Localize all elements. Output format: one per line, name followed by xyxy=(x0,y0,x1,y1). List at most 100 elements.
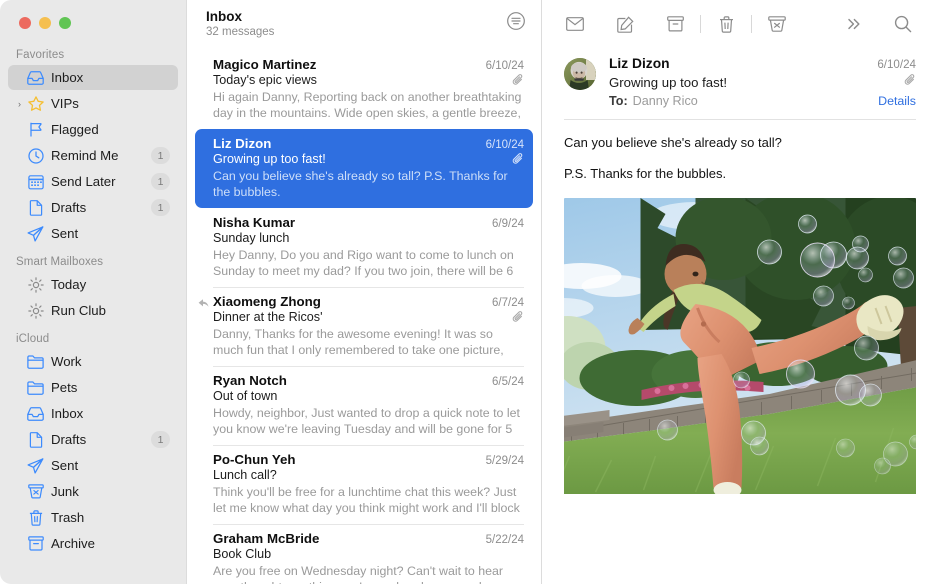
message-preview: Are you free on Wednesday night? Can't w… xyxy=(213,563,524,584)
message-row-top: Po-Chun Yeh 5/29/24 xyxy=(213,452,524,467)
email-body: Can you believe she's already so tall?P.… xyxy=(542,120,934,195)
message-date: 6/10/24 xyxy=(486,139,524,151)
sidebar-item-label: Junk xyxy=(51,484,170,499)
trash-icon xyxy=(26,510,45,526)
sidebar-item-archive[interactable]: ›Archive xyxy=(8,531,178,556)
sidebar-item-label: Archive xyxy=(51,536,170,551)
message-row-subject-line: Book Club xyxy=(213,547,524,561)
message-subject: Book Club xyxy=(213,547,271,561)
details-link[interactable]: Details xyxy=(878,94,916,108)
archive-button[interactable] xyxy=(660,11,690,37)
to-label: To: xyxy=(609,94,628,108)
message-date: 6/10/24 xyxy=(486,60,524,72)
chevron-double-right-icon[interactable] xyxy=(838,11,868,37)
message-row-subject-line: Sunday lunch xyxy=(213,231,524,245)
mark-unread-button[interactable] xyxy=(560,11,590,37)
sidebar-item-inbox[interactable]: ›Inbox xyxy=(8,401,178,426)
paperclip-icon xyxy=(512,152,524,166)
mail-window: Favorites›Inbox›VIPs›Flagged›Remind Me1›… xyxy=(0,0,934,584)
message-row-top: Liz Dizon6/10/24 xyxy=(213,136,524,151)
sidebar-item-label: Drafts xyxy=(51,200,147,215)
sidebar-item-label: Sent xyxy=(51,458,170,473)
junk-button[interactable] xyxy=(762,11,792,37)
message-preview: Howdy, neighbor, Just wanted to drop a q… xyxy=(213,405,524,437)
sidebar-item-run-club[interactable]: ›Run Club xyxy=(8,298,178,323)
zoom-window-button[interactable] xyxy=(59,17,71,29)
chevron-right-icon[interactable]: › xyxy=(14,99,25,109)
delete-button[interactable] xyxy=(711,11,741,37)
message-count: 32 messages xyxy=(206,25,274,40)
sidebar-item-label: Pets xyxy=(51,380,170,395)
message-preview: Hey Danny, Do you and Rigo want to come … xyxy=(213,247,524,279)
close-window-button[interactable] xyxy=(19,17,31,29)
message-list-item[interactable]: Po-Chun Yeh5/29/24Lunch call?Think you'l… xyxy=(195,445,533,524)
mailbox-title: Inbox xyxy=(206,8,274,25)
sidebar-item-label: Run Club xyxy=(51,303,170,318)
message-subject: Out of town xyxy=(213,389,277,403)
sidebar-item-inbox[interactable]: ›Inbox xyxy=(8,65,178,90)
message-date: 6/7/24 xyxy=(492,297,524,309)
message-list-item[interactable]: Nisha Kumar6/9/24Sunday lunch Hey Danny, … xyxy=(195,208,533,287)
email-subject: Growing up too fast! xyxy=(609,73,727,92)
sidebar-item-send-later[interactable]: ›Send Later1 xyxy=(8,169,178,194)
message-row-subject-line: Dinner at the Ricos' xyxy=(213,310,524,324)
message-subject: Growing up too fast! xyxy=(213,152,326,166)
message-subject: Dinner at the Ricos' xyxy=(213,310,323,324)
search-icon[interactable] xyxy=(888,11,918,37)
sidebar-item-trash[interactable]: ›Trash xyxy=(8,505,178,530)
filter-icon[interactable] xyxy=(505,10,527,32)
message-date: 5/29/24 xyxy=(486,455,524,467)
clock-icon xyxy=(26,148,45,164)
message-list-pane: Inbox 32 messages Magico Martinez6/10/24… xyxy=(186,0,542,584)
message-list-item[interactable]: Graham McBride 5/22/24 Book Club Are you fr… xyxy=(195,524,533,584)
message-sender: Po-Chun Yeh xyxy=(213,452,296,467)
sidebar-item-junk[interactable]: ›Junk xyxy=(8,479,178,504)
message-list-item[interactable]: Xiaomeng Zhong6/7/24Dinner at the Ricos'… xyxy=(195,287,533,366)
sidebar-item-flagged[interactable]: ›Flagged xyxy=(8,117,178,142)
sidebar-item-label: Remind Me xyxy=(51,148,147,163)
document-icon xyxy=(26,432,45,448)
message-row-subject-line: Lunch call? xyxy=(213,468,524,482)
message-preview: Danny, Thanks for the awesome evening! I… xyxy=(213,326,524,358)
sidebar-item-drafts[interactable]: ›Drafts1 xyxy=(8,195,178,220)
sidebar-item-label: Today xyxy=(51,277,170,292)
message-row-top: Graham McBride 5/22/24 xyxy=(213,531,524,546)
gear-icon xyxy=(26,277,45,293)
message-date: 6/5/24 xyxy=(492,376,524,388)
sidebar-item-drafts[interactable]: ›Drafts1 xyxy=(8,427,178,452)
sidebar-item-sent[interactable]: ›Sent xyxy=(8,221,178,246)
gear-icon xyxy=(26,303,45,319)
sidebar-item-work[interactable]: ›Work xyxy=(8,349,178,374)
message-list-item[interactable]: Ryan Notch6/5/24Out of townHowdy, neighb… xyxy=(195,366,533,445)
message-row-subject-line: Today's epic views xyxy=(213,73,524,87)
minimize-window-button[interactable] xyxy=(39,17,51,29)
message-list-item[interactable]: Liz Dizon6/10/24Growing up too fast!Can … xyxy=(195,129,533,208)
message-date: 5/22/24 xyxy=(486,534,524,546)
sidebar-item-today[interactable]: ›Today xyxy=(8,272,178,297)
reader-toolbar xyxy=(542,0,934,48)
message-list-item[interactable]: Magico Martinez6/10/24Today's epic views… xyxy=(195,50,533,129)
sidebar-section-list: ›Work›Pets›Inbox›Drafts1›Sent›Junk›Trash… xyxy=(0,349,186,556)
archive-icon xyxy=(26,536,45,551)
paperclip-icon xyxy=(512,73,524,87)
sidebar-item-remind-me[interactable]: ›Remind Me1 xyxy=(8,143,178,168)
message-row-top: Nisha Kumar6/9/24 xyxy=(213,215,524,230)
star-icon xyxy=(26,96,45,111)
sidebar-section-title: Favorites xyxy=(0,40,186,65)
email-attachment-image[interactable] xyxy=(564,198,916,584)
sidebar-item-vips[interactable]: ›VIPs xyxy=(8,91,178,116)
sidebar-item-label: Send Later xyxy=(51,174,147,189)
unread-count-badge: 1 xyxy=(151,147,170,164)
paper-plane-icon xyxy=(26,226,45,242)
sidebar-section-title: iCloud xyxy=(0,324,186,349)
message-sender: Graham McBride xyxy=(213,531,319,546)
compose-button[interactable] xyxy=(610,11,640,37)
sidebar-item-sent[interactable]: ›Sent xyxy=(8,453,178,478)
message-row-subject-line: Growing up too fast! xyxy=(213,152,524,166)
message-subject: Today's epic views xyxy=(213,73,317,87)
folder-icon xyxy=(26,381,45,395)
document-icon xyxy=(26,200,45,216)
sidebar-section-list: ›Inbox›VIPs›Flagged › Remind Me 1 ›Send Late… xyxy=(0,65,186,246)
message-rows: Magico Martinez6/10/24Today's epic views… xyxy=(187,50,541,584)
sidebar-item-pets[interactable]: ›Pets xyxy=(8,375,178,400)
